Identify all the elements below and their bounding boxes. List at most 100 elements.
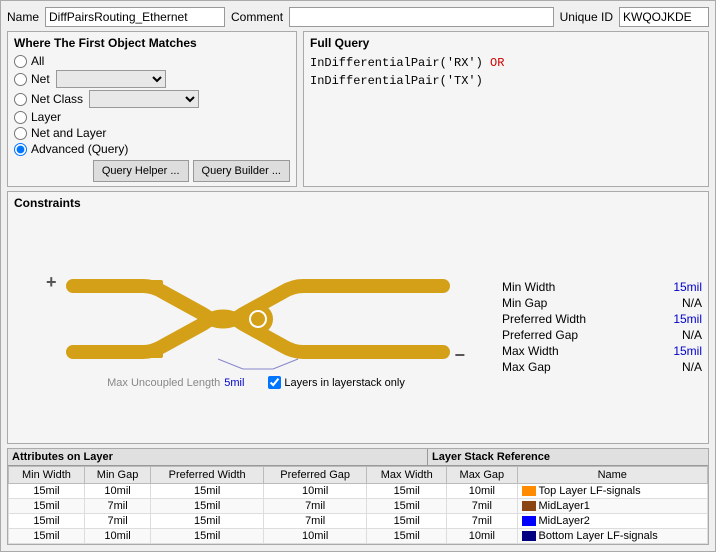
radio-row-netclass: Net Class: [14, 90, 290, 108]
middle-section: Where The First Object Matches All Net N…: [7, 31, 709, 187]
table-body: 15mil 10mil 15mil 10mil 15mil 10mil Top …: [9, 484, 708, 544]
name-label: Name: [7, 10, 39, 24]
constraint-max-gap: Max Gap N/A: [502, 360, 702, 374]
diagram-labels: Max Uncoupled Length 5mil Layers in laye…: [107, 376, 405, 389]
constraint-pref-width: Preferred Width 15mil: [502, 312, 702, 326]
table-col-headers: Min Width Min Gap Preferred Width Prefer…: [9, 467, 708, 484]
radio-row-netandlayer: Net and Layer: [14, 126, 290, 140]
cell-min-gap: 10mil: [84, 529, 150, 544]
col-max-width: Max Width: [367, 467, 447, 484]
radio-row-net: Net: [14, 70, 290, 88]
query-builder-button[interactable]: Query Builder ...: [193, 160, 290, 182]
radio-netandlayer[interactable]: [14, 127, 27, 140]
main-container: Name Comment Unique ID Where The First O…: [0, 0, 716, 552]
minus-label: −: [455, 345, 466, 366]
cell-max-width: 15mil: [367, 499, 447, 514]
cell-min-width: 15mil: [9, 529, 85, 544]
radio-net-label[interactable]: Net: [31, 72, 50, 86]
cell-pref-width: 15mil: [151, 484, 264, 499]
query-helper-button[interactable]: Query Helper ...: [93, 160, 189, 182]
col-name: Name: [517, 467, 707, 484]
cell-min-width: 15mil: [9, 514, 85, 529]
where-panel-title: Where The First Object Matches: [14, 36, 290, 50]
plus-label: +: [46, 272, 57, 293]
radio-layer-label[interactable]: Layer: [31, 110, 61, 124]
query-text: InDifferentialPair('RX') OR InDifferenti…: [310, 54, 702, 90]
radio-row-layer: Layer: [14, 110, 290, 124]
table-header-row: Attributes on Layer Layer Stack Referenc…: [8, 449, 708, 466]
table-row: 15mil 10mil 15mil 10mil 15mil 10mil Bott…: [9, 529, 708, 544]
radio-row-advanced: Advanced (Query): [14, 142, 290, 156]
radio-net[interactable]: [14, 73, 27, 86]
full-query-panel: Full Query InDifferentialPair('RX') OR I…: [303, 31, 709, 187]
cell-name: Top Layer LF-signals: [517, 484, 707, 499]
cell-max-gap: 10mil: [447, 484, 517, 499]
layers-checkbox[interactable]: [268, 376, 281, 389]
attributes-header: Attributes on Layer: [8, 449, 428, 465]
cell-max-gap: 7mil: [447, 514, 517, 529]
query-line1: InDifferentialPair('RX') OR: [310, 54, 702, 72]
comment-label: Comment: [231, 10, 283, 24]
layers-check-label[interactable]: Layers in layerstack only: [284, 377, 404, 389]
layer-color-swatch: [522, 516, 536, 526]
radio-advanced[interactable]: [14, 143, 27, 156]
table-section: Attributes on Layer Layer Stack Referenc…: [7, 448, 709, 545]
diff-pair-svg: [63, 264, 453, 374]
netclass-dropdown[interactable]: [89, 90, 199, 108]
pref-width-value: 15mil: [673, 312, 702, 326]
radio-netandlayer-label[interactable]: Net and Layer: [31, 126, 106, 140]
col-min-width: Min Width: [9, 467, 85, 484]
col-pref-width: Preferred Width: [151, 467, 264, 484]
cell-min-width: 15mil: [9, 484, 85, 499]
max-gap-label: Max Gap: [502, 360, 551, 374]
cell-pref-gap: 10mil: [264, 529, 367, 544]
radio-all[interactable]: [14, 55, 27, 68]
table-row: 15mil 7mil 15mil 7mil 15mil 7mil MidLaye…: [9, 514, 708, 529]
constraint-min-gap: Min Gap N/A: [502, 296, 702, 310]
query-line2: InDifferentialPair('TX'): [310, 72, 702, 90]
cell-pref-width: 15mil: [151, 514, 264, 529]
diagram-area: +: [14, 214, 498, 439]
cell-min-gap: 7mil: [84, 499, 150, 514]
min-width-value: 15mil: [673, 280, 702, 294]
layers-check-row: Layers in layerstack only: [268, 376, 404, 389]
radio-advanced-label[interactable]: Advanced (Query): [31, 142, 128, 156]
constraint-min-width: Min Width 15mil: [502, 280, 702, 294]
min-gap-value: N/A: [682, 296, 702, 310]
cell-name: Bottom Layer LF-signals: [517, 529, 707, 544]
radio-netclass-label[interactable]: Net Class: [31, 92, 83, 106]
where-panel: Where The First Object Matches All Net N…: [7, 31, 297, 187]
col-pref-gap: Preferred Gap: [264, 467, 367, 484]
radio-netclass[interactable]: [14, 93, 27, 106]
max-uncoupled-value: 5mil: [224, 377, 244, 389]
constraints-section: Constraints +: [7, 191, 709, 444]
query-line2-black: InDifferentialPair('TX'): [310, 74, 483, 88]
cell-pref-width: 15mil: [151, 499, 264, 514]
pref-gap-value: N/A: [682, 328, 702, 342]
cell-pref-gap: 7mil: [264, 514, 367, 529]
attributes-table: Min Width Min Gap Preferred Width Prefer…: [8, 466, 708, 544]
name-input[interactable]: [45, 7, 225, 27]
top-row: Name Comment Unique ID: [7, 7, 709, 27]
layerstack-header: Layer Stack Reference: [428, 449, 708, 465]
pref-gap-label: Preferred Gap: [502, 328, 578, 342]
cell-max-width: 15mil: [367, 484, 447, 499]
max-width-value: 15mil: [673, 344, 702, 358]
cell-pref-width: 15mil: [151, 529, 264, 544]
cell-pref-gap: 7mil: [264, 499, 367, 514]
col-max-gap: Max Gap: [447, 467, 517, 484]
radio-group: All Net Net Class Layer: [14, 54, 290, 156]
layer-color-swatch: [522, 501, 536, 511]
right-constraints: Min Width 15mil Min Gap N/A Preferred Wi…: [502, 214, 702, 439]
query-line1-black: InDifferentialPair('RX'): [310, 56, 483, 70]
query-line1-red: OR: [483, 56, 505, 70]
cell-name: MidLayer2: [517, 514, 707, 529]
cell-min-gap: 10mil: [84, 484, 150, 499]
uniqueid-input[interactable]: [619, 7, 709, 27]
net-dropdown[interactable]: [56, 70, 166, 88]
max-uncoupled-label: Max Uncoupled Length: [107, 377, 220, 389]
col-min-gap: Min Gap: [84, 467, 150, 484]
radio-all-label[interactable]: All: [31, 54, 44, 68]
radio-layer[interactable]: [14, 111, 27, 124]
comment-input[interactable]: [289, 7, 554, 27]
